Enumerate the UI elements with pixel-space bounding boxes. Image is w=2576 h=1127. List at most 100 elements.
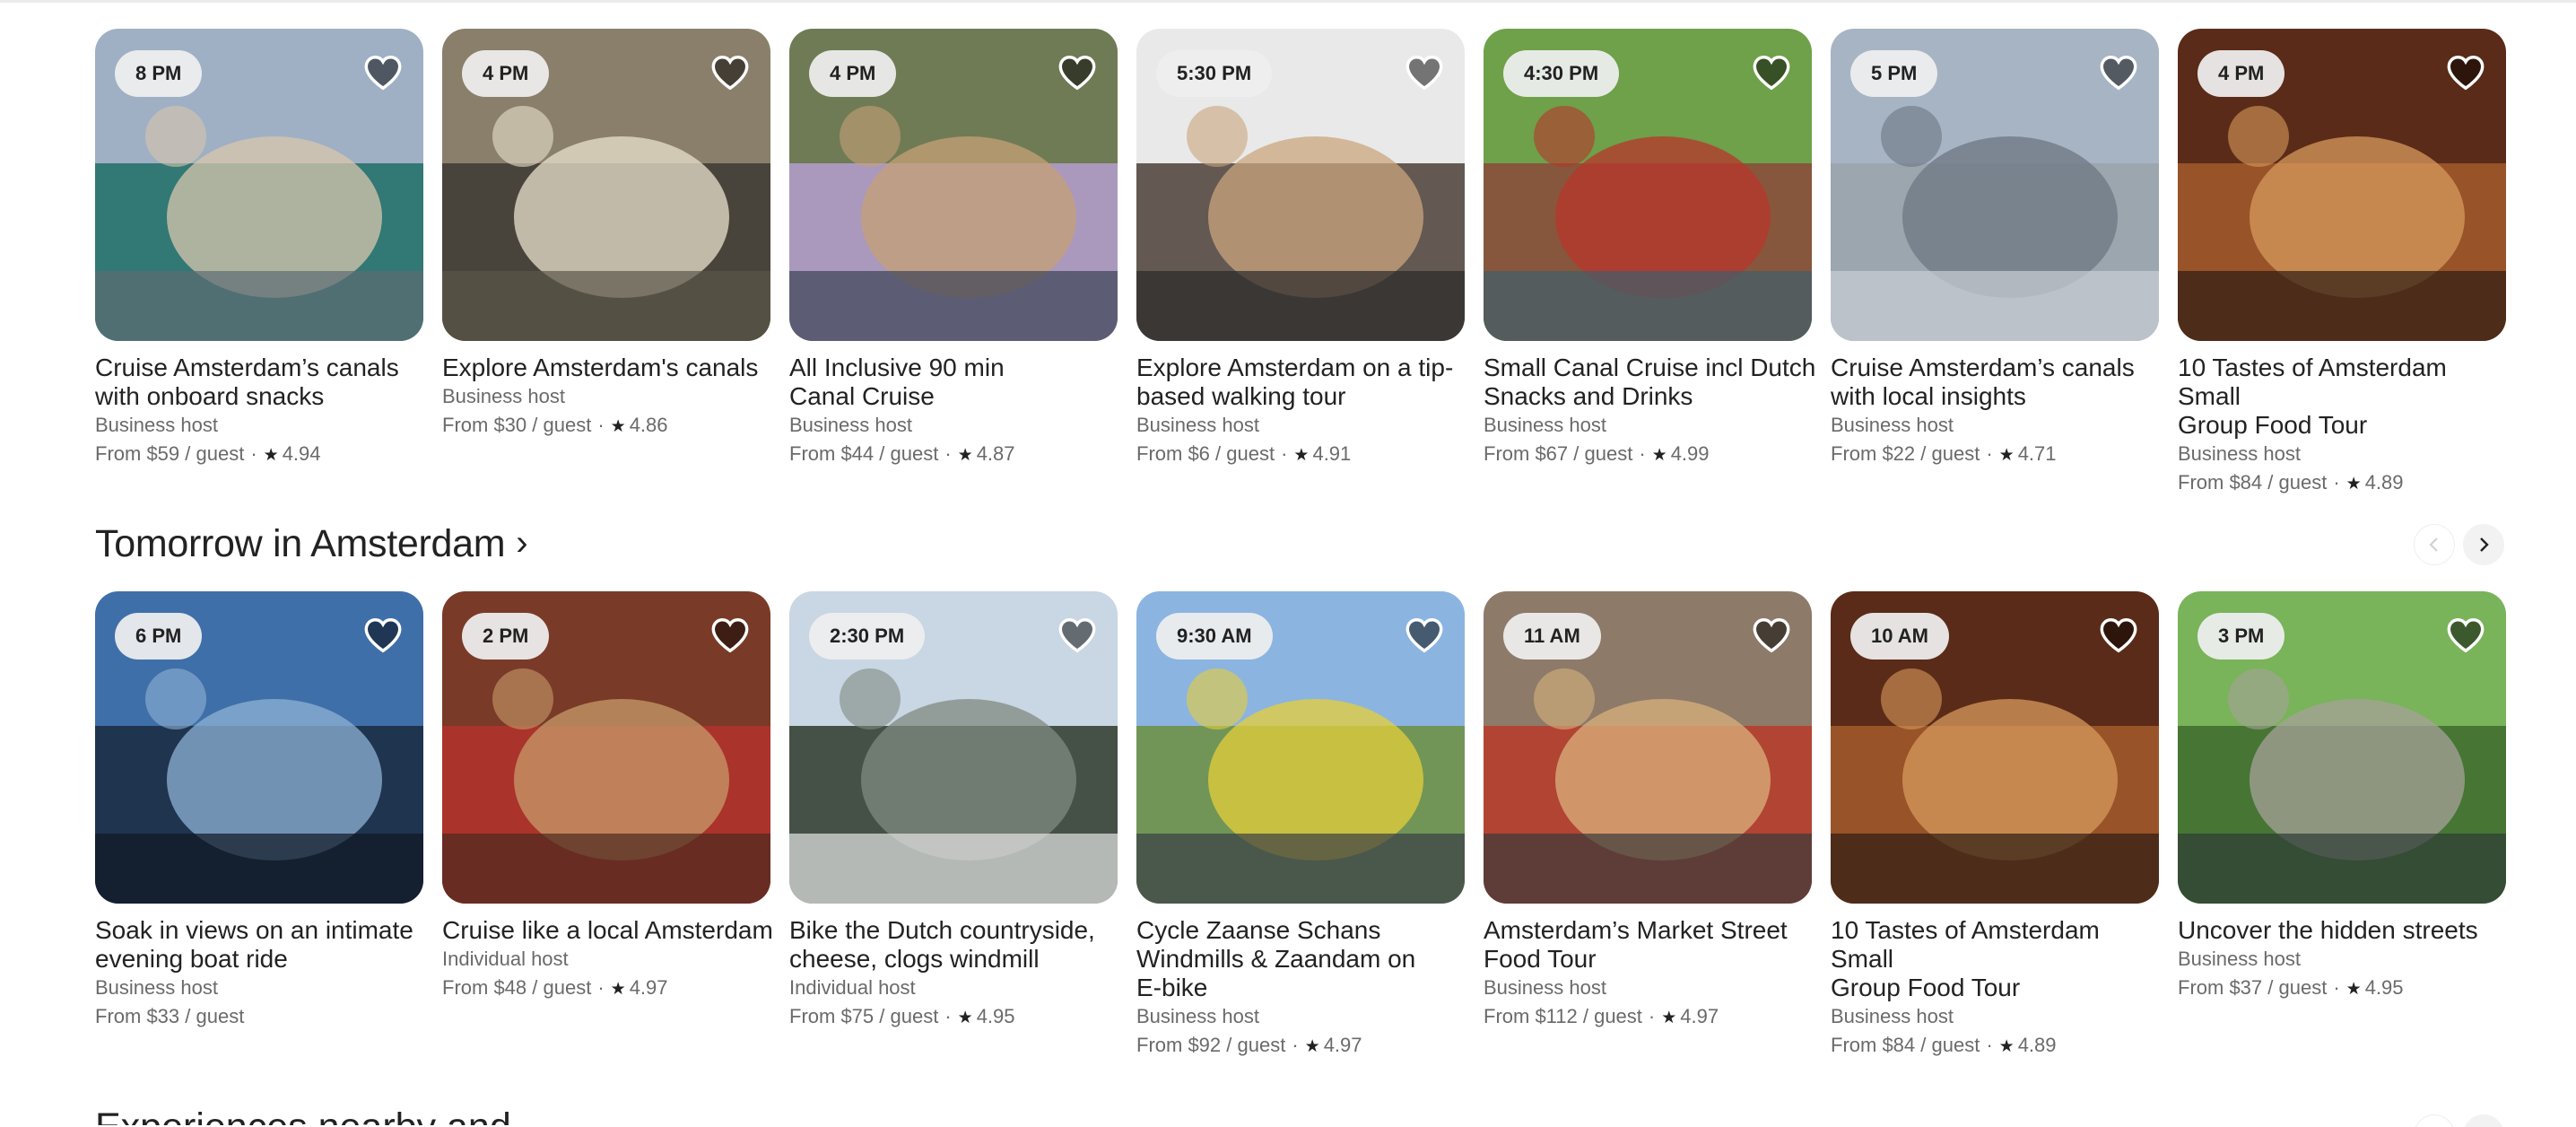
section-heading-tomorrow[interactable]: Tomorrow in Amsterdam › <box>95 519 528 569</box>
price-per-guest: From $59 / guest <box>95 442 245 465</box>
host-type: Business host <box>1484 414 1606 436</box>
rating-value: 4.99 <box>1670 442 1710 465</box>
experience-photo[interactable]: 8 PM <box>95 29 423 341</box>
experience-card[interactable]: 4 PM 10 Tastes of Amsterdam Small Group F… <box>2178 29 2506 499</box>
star-icon: ★ <box>957 446 973 465</box>
next-section-title: Experiences nearby and ... <box>95 1105 554 1127</box>
experience-title[interactable]: Soak in views on an intimate evening boa… <box>95 916 429 974</box>
rating-value: 4.94 <box>282 442 321 465</box>
experience-card[interactable]: 11 AM Amsterdam’s Market Street Food Tour… <box>1484 591 1812 1033</box>
host-type: Business host <box>1831 1005 1954 1027</box>
heart-icon[interactable] <box>1751 615 1792 656</box>
star-icon: ★ <box>1661 1009 1677 1027</box>
heart-icon[interactable] <box>1057 615 1098 656</box>
experience-title[interactable]: Small Canal Cruise incl Dutch Snacks and… <box>1484 354 1817 411</box>
experience-title[interactable]: Amsterdam’s Market Street Food Tour <box>1484 916 1817 974</box>
experience-row-tomorrow: 6 PM Soak in views on an intimate evening… <box>95 591 2508 1056</box>
price-rating-line: From $37 / guest · ★ 4.95 <box>2178 974 2506 1004</box>
experience-title[interactable]: Explore Amsterdam's canals <box>442 354 776 382</box>
price-per-guest: From $92 / guest <box>1136 1034 1286 1056</box>
experience-photo[interactable]: 10 AM <box>1831 591 2159 904</box>
scroll-right-button[interactable] <box>2463 524 2504 565</box>
heart-icon[interactable] <box>1751 52 1792 93</box>
experience-photo[interactable]: 4:30 PM <box>1484 29 1812 341</box>
experience-card[interactable]: 2 PM Cruise like a local Amsterdam Individ… <box>442 591 773 1004</box>
price-rating-line: From $84 / guest · ★ 4.89 <box>1831 1031 2159 1061</box>
heart-icon[interactable] <box>2445 52 2486 93</box>
experience-card[interactable]: 5:30 PM Explore Amsterdam on a tip- based… <box>1136 29 1465 470</box>
heart-icon[interactable] <box>709 52 751 93</box>
next-section-scroll-right-button[interactable] <box>2463 1114 2504 1127</box>
heart-icon[interactable] <box>1057 52 1098 93</box>
start-time-badge: 6 PM <box>115 613 203 660</box>
experience-title[interactable]: Cycle Zaanse Schans Windmills & Zaandam … <box>1136 916 1470 1002</box>
experience-photo[interactable]: 5:30 PM <box>1136 29 1465 341</box>
experience-photo[interactable]: 3 PM <box>2178 591 2506 904</box>
experience-photo[interactable]: 4 PM <box>442 29 770 341</box>
rating-value: 4.95 <box>976 1005 1015 1027</box>
price-rating-line: From $92 / guest · ★ 4.97 <box>1136 1031 1465 1061</box>
next-section-scroll-left-button[interactable] <box>2414 1114 2455 1127</box>
heart-icon[interactable] <box>362 615 404 656</box>
separator-dot: · <box>1648 1005 1656 1027</box>
start-time-badge: 11 AM <box>1503 613 1601 660</box>
rating-value: 4.86 <box>629 414 668 436</box>
price-per-guest: From $33 / guest <box>95 1005 245 1027</box>
price-per-guest: From $84 / guest <box>1831 1034 1980 1056</box>
separator-dot: · <box>944 442 952 465</box>
heart-icon[interactable] <box>362 52 404 93</box>
star-icon: ★ <box>1304 1037 1320 1056</box>
experience-photo[interactable]: 4 PM <box>2178 29 2506 341</box>
start-time-badge: 4:30 PM <box>1503 50 1620 97</box>
experience-photo[interactable]: 9:30 AM <box>1136 591 1465 904</box>
heart-icon[interactable] <box>2098 615 2139 656</box>
heart-icon[interactable] <box>2098 52 2139 93</box>
experience-title[interactable]: Cruise Amsterdam’s canals with local ins… <box>1831 354 2164 411</box>
rating-value: 4.95 <box>2364 976 2404 999</box>
star-icon: ★ <box>1293 446 1310 465</box>
experience-card[interactable]: 3 PM Uncover the hidden streets Business h… <box>2178 591 2506 1004</box>
experience-photo[interactable]: 2 PM <box>442 591 770 904</box>
heart-icon[interactable] <box>1404 615 1445 656</box>
separator-dot: · <box>1639 442 1646 465</box>
rating-value: 4.97 <box>1680 1005 1719 1027</box>
separator-dot: · <box>250 442 257 465</box>
experience-title[interactable]: Explore Amsterdam on a tip- based walkin… <box>1136 354 1470 411</box>
heart-icon[interactable] <box>1404 52 1445 93</box>
experience-card[interactable]: 8 PM Cruise Amsterdam’s canals with onboa… <box>95 29 423 470</box>
experience-title[interactable]: 10 Tastes of Amsterdam Small Group Food … <box>1831 916 2164 1002</box>
price-rating-line: From $84 / guest · ★ 4.89 <box>2178 468 2506 499</box>
experience-card[interactable]: 2:30 PM Bike the Dutch countryside, chees… <box>789 591 1118 1033</box>
experience-title[interactable]: Cruise Amsterdam’s canals with onboard s… <box>95 354 429 411</box>
experience-card[interactable]: 10 AM 10 Tastes of Amsterdam Small Group … <box>1831 591 2159 1061</box>
experience-card[interactable]: 4 PM All Inclusive 90 min Canal Cruise Bus… <box>789 29 1118 470</box>
experience-title[interactable]: Uncover the hidden streets <box>2178 916 2511 945</box>
experience-card[interactable]: 5 PM Cruise Amsterdam’s canals with local… <box>1831 29 2159 470</box>
start-time-badge: 8 PM <box>115 50 203 97</box>
experience-title[interactable]: All Inclusive 90 min Canal Cruise <box>789 354 1123 411</box>
experience-card[interactable]: 4:30 PM Small Canal Cruise incl Dutch Sna… <box>1484 29 1815 470</box>
host-type: Individual host <box>789 976 916 999</box>
experience-photo[interactable]: 5 PM <box>1831 29 2159 341</box>
experience-photo[interactable]: 2:30 PM <box>789 591 1118 904</box>
price-per-guest: From $112 / guest <box>1484 1005 1642 1027</box>
experience-photo[interactable]: 11 AM <box>1484 591 1812 904</box>
rating-value: 4.97 <box>1323 1034 1362 1056</box>
heart-icon[interactable] <box>709 615 751 656</box>
experience-title[interactable]: Cruise like a local Amsterdam <box>442 916 776 945</box>
experience-title[interactable]: Bike the Dutch countryside, cheese, clog… <box>789 916 1123 974</box>
experience-photo[interactable]: 4 PM <box>789 29 1118 341</box>
price-rating-line: From $6 / guest · ★ 4.91 <box>1136 440 1465 470</box>
heart-icon[interactable] <box>2445 615 2486 656</box>
separator-dot: · <box>1281 442 1288 465</box>
host-type: Business host <box>442 385 565 407</box>
experience-title[interactable]: 10 Tastes of Amsterdam Small Group Food … <box>2178 354 2511 440</box>
scroll-left-button[interactable] <box>2414 524 2455 565</box>
experience-photo[interactable]: 6 PM <box>95 591 423 904</box>
experience-card[interactable]: 9:30 AM Cycle Zaanse Schans Windmills & Z… <box>1136 591 1465 1061</box>
separator-dot: · <box>2333 471 2340 494</box>
experience-card[interactable]: 4 PM Explore Amsterdam's canals Business h… <box>442 29 770 441</box>
price-rating-line: From $59 / guest · ★ 4.94 <box>95 440 423 470</box>
start-time-badge: 2:30 PM <box>809 613 926 660</box>
experience-card[interactable]: 6 PM Soak in views on an intimate evening… <box>95 591 423 1031</box>
